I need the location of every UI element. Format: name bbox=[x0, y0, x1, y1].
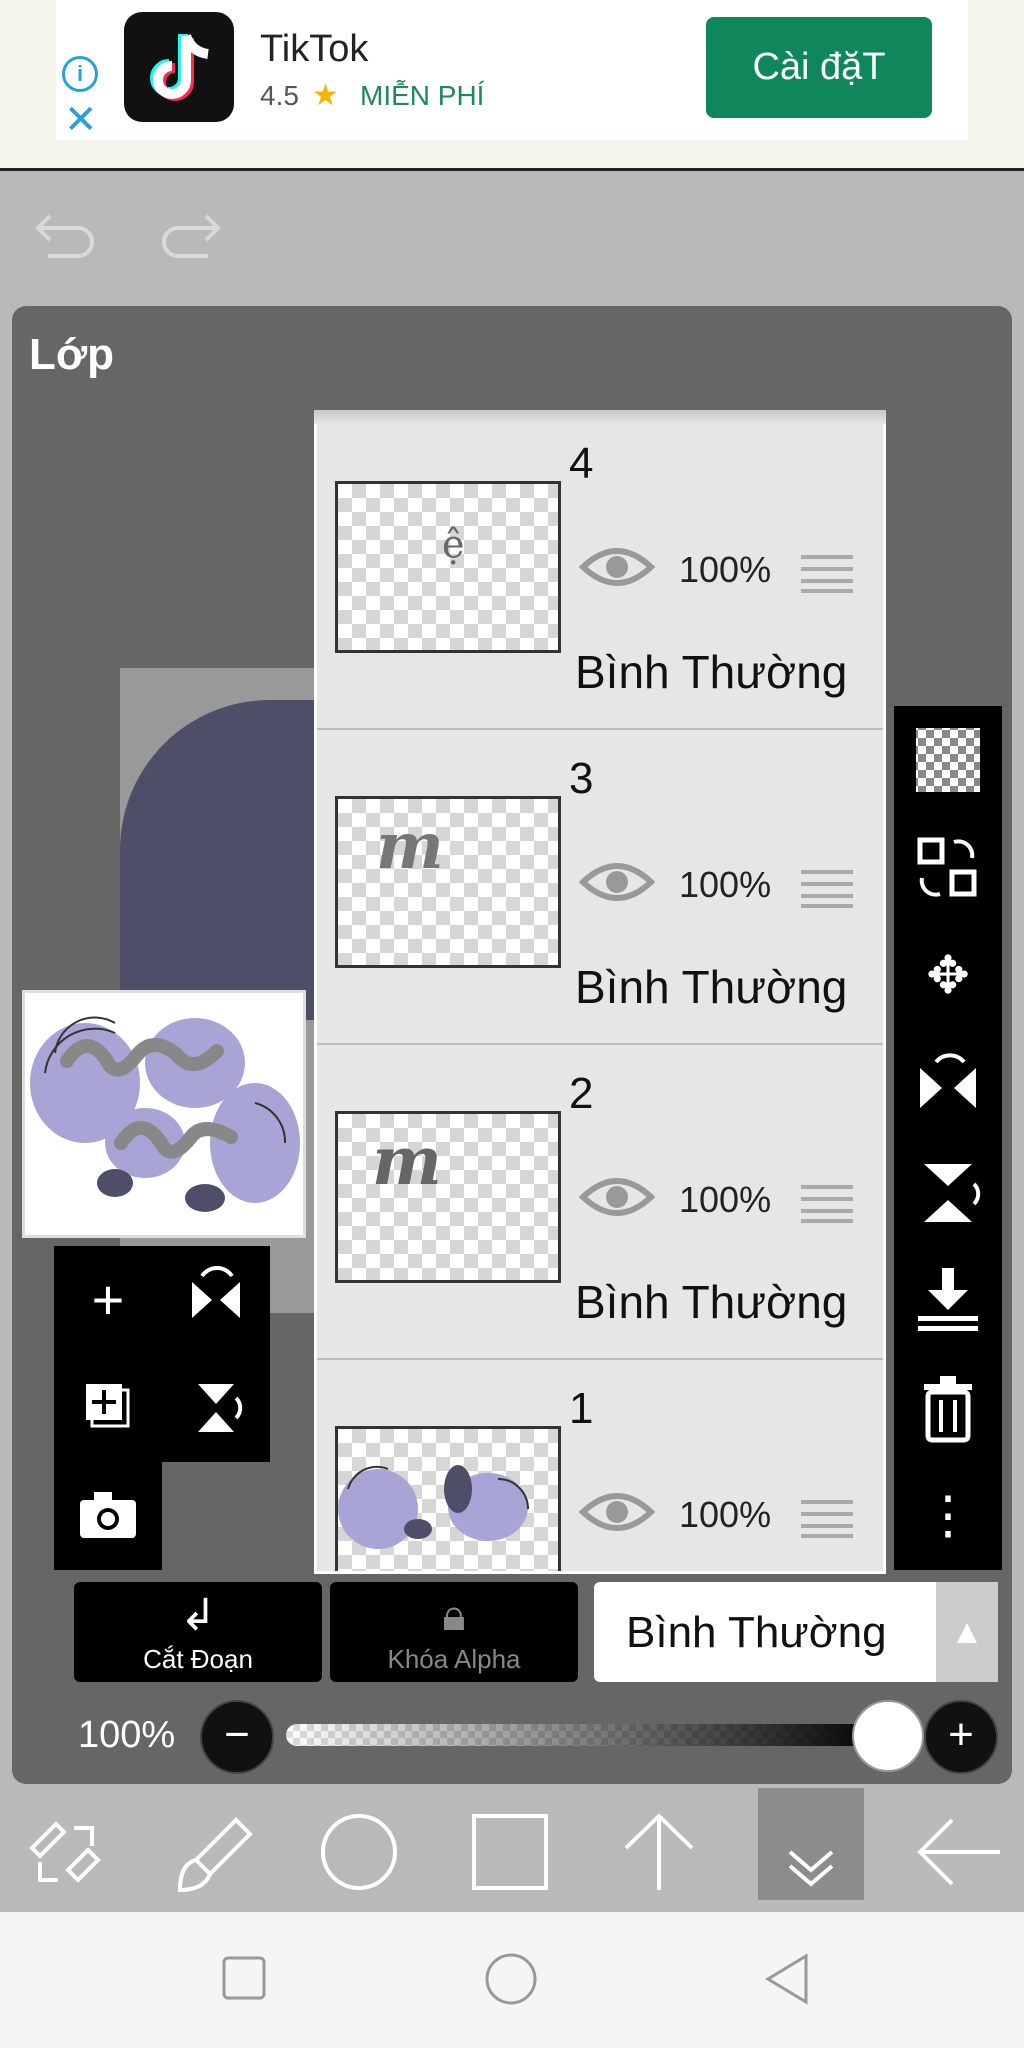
chevron-up-icon[interactable]: ▲ bbox=[936, 1582, 998, 1682]
close-icon[interactable]: ✕ bbox=[64, 100, 98, 140]
layer-opacity: 100% bbox=[679, 1179, 772, 1220]
right-toolbar: ✥ ⋮ bbox=[894, 706, 1002, 1570]
install-button[interactable]: Cài đặT bbox=[706, 17, 932, 118]
clipping-button[interactable]: ↲ Cắt Đoạn bbox=[74, 1582, 322, 1682]
flip-horizontal-icon[interactable] bbox=[162, 1246, 270, 1354]
drag-handle-icon[interactable] bbox=[801, 1498, 853, 1538]
camera-icon[interactable] bbox=[54, 1462, 162, 1570]
layer-blend-mode[interactable]: Bình Thường bbox=[575, 1275, 847, 1329]
layer-thumbnail[interactable]: m bbox=[335, 796, 561, 968]
recent-apps-icon[interactable] bbox=[222, 1956, 266, 2000]
collapse-chevron-icon[interactable] bbox=[756, 1800, 866, 1910]
canvas-preview[interactable] bbox=[22, 990, 306, 1238]
ad-rating: 4.5 bbox=[260, 80, 299, 111]
drag-handle-icon[interactable] bbox=[801, 1183, 853, 1223]
transparency-grid-icon[interactable] bbox=[894, 706, 1002, 814]
layer-row[interactable]: 4 ệ 100% Bình Thường bbox=[317, 413, 883, 730]
layer-opacity: 100% bbox=[679, 549, 772, 590]
trash-icon[interactable] bbox=[894, 1354, 1002, 1462]
add-layer-icon[interactable]: + bbox=[54, 1246, 162, 1354]
layer-thumbnail[interactable] bbox=[335, 1426, 561, 1571]
home-icon[interactable] bbox=[484, 1952, 538, 2006]
layer-number: 2 bbox=[569, 1069, 594, 1118]
tiktok-logo-icon[interactable] bbox=[124, 12, 234, 122]
info-icon[interactable]: i bbox=[62, 56, 98, 92]
system-nav-bar bbox=[0, 1912, 1024, 2048]
layer-glyph: m bbox=[372, 1122, 442, 1200]
merge-down-icon[interactable] bbox=[894, 1246, 1002, 1354]
layer-number: 3 bbox=[569, 754, 594, 803]
eye-icon[interactable] bbox=[578, 1488, 656, 1536]
eye-icon[interactable] bbox=[578, 543, 656, 591]
opacity-slider[interactable] bbox=[286, 1724, 886, 1746]
layer-blend-mode[interactable]: Bình Thường bbox=[575, 960, 847, 1014]
star-icon: ★ bbox=[312, 79, 339, 112]
eye-icon[interactable] bbox=[578, 1173, 656, 1221]
flip-vertical-icon[interactable] bbox=[162, 1354, 270, 1462]
flip-horizontal-icon[interactable] bbox=[894, 1030, 1002, 1138]
opacity-decrease-button[interactable]: − bbox=[200, 1700, 274, 1774]
rectangle-tool-icon[interactable] bbox=[454, 1800, 564, 1910]
transform-tool-icon[interactable] bbox=[10, 1800, 120, 1910]
alpha-lock-label: Khóa Alpha bbox=[387, 1644, 521, 1674]
layer-blend-mode[interactable]: Bình Thường bbox=[575, 645, 847, 699]
flip-vertical-icon[interactable] bbox=[894, 1138, 1002, 1246]
alpha-lock-button[interactable]: 🔒︎ Khóa Alpha bbox=[330, 1582, 578, 1682]
blend-mode-value[interactable]: Bình Thường bbox=[626, 1608, 887, 1658]
layer-glyph: ệ bbox=[442, 522, 465, 566]
opacity-slider-knob[interactable] bbox=[852, 1700, 924, 1772]
clipping-label: Cắt Đoạn bbox=[143, 1644, 253, 1674]
layer-opacity: 100% bbox=[679, 864, 772, 905]
layer-row[interactable]: 2 m 100% Bình Thường bbox=[317, 1043, 883, 1360]
layer-list[interactable]: 4 ệ 100% Bình Thường 3 m 100% Bình Thườn… bbox=[314, 410, 886, 1574]
layer-row[interactable]: 1 100% bbox=[317, 1358, 883, 1571]
layer-number: 4 bbox=[569, 439, 594, 488]
drag-handle-icon[interactable] bbox=[801, 553, 853, 593]
swap-layer-icon[interactable] bbox=[894, 814, 1002, 922]
opacity-value: 100% bbox=[78, 1714, 176, 1756]
brush-icon[interactable] bbox=[160, 1800, 270, 1910]
layer-row[interactable]: 3 m 100% Bình Thường bbox=[317, 728, 883, 1045]
undo-icon[interactable] bbox=[30, 200, 100, 270]
redo-icon[interactable] bbox=[156, 200, 226, 270]
layer-glyph: m bbox=[376, 809, 444, 884]
eye-icon[interactable] bbox=[578, 858, 656, 906]
back-arrow-icon[interactable] bbox=[904, 1800, 1014, 1910]
more-options-icon[interactable]: ⋮ bbox=[894, 1462, 1002, 1570]
lock-icon: 🔒︎ bbox=[442, 1591, 466, 1640]
back-icon[interactable] bbox=[762, 1952, 812, 2006]
opacity-increase-button[interactable]: + bbox=[924, 1700, 998, 1774]
move-icon[interactable]: ✥ bbox=[894, 922, 1002, 1030]
arrow-up-icon[interactable] bbox=[604, 1800, 714, 1910]
layer-thumbnail[interactable]: ệ bbox=[335, 481, 561, 653]
layer-opacity: 100% bbox=[679, 1494, 772, 1535]
ad-price: MIỄN PHÍ bbox=[360, 80, 485, 111]
layer-number: 1 bbox=[569, 1384, 594, 1433]
drag-handle-icon[interactable] bbox=[801, 868, 853, 908]
duplicate-layer-icon[interactable] bbox=[54, 1354, 162, 1462]
panel-title: Lớp bbox=[29, 330, 115, 379]
list-shadow bbox=[314, 410, 886, 424]
ad-app-name[interactable]: TikTok bbox=[260, 28, 368, 71]
clip-arrow-icon: ↲ bbox=[179, 1591, 217, 1640]
ellipse-tool-icon[interactable] bbox=[304, 1800, 414, 1910]
layer-thumbnail[interactable]: m bbox=[335, 1111, 561, 1283]
